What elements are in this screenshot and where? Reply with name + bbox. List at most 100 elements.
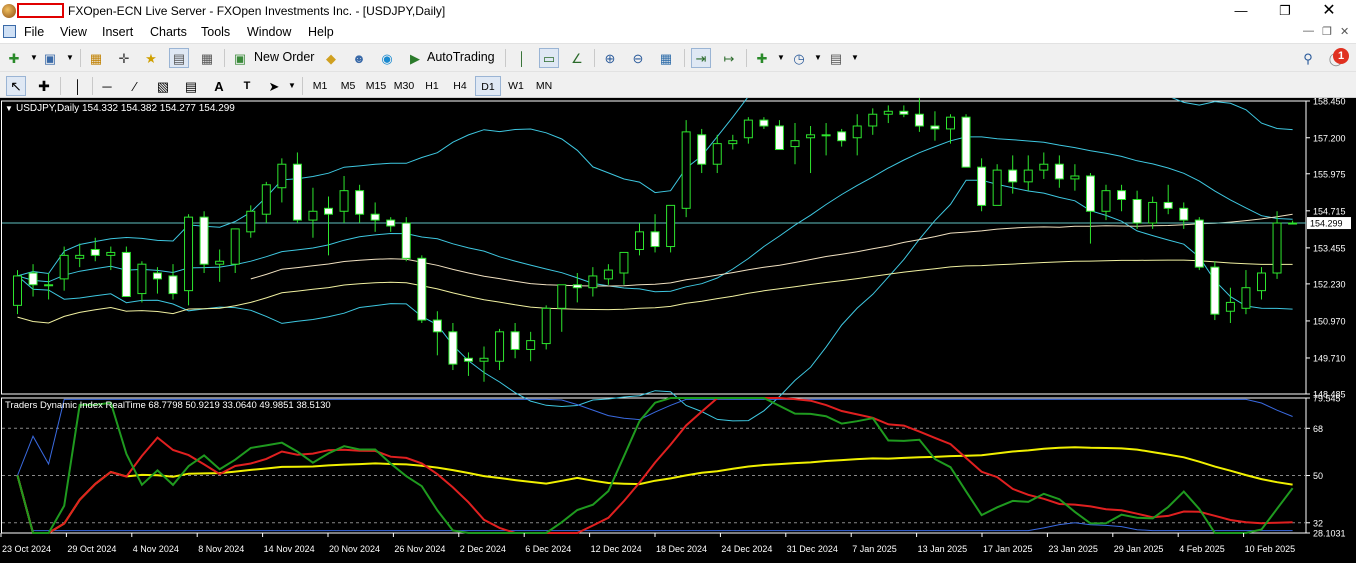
candle-body bbox=[557, 284, 567, 309]
candle-body bbox=[790, 140, 800, 148]
terminal-icon[interactable]: ▤ bbox=[169, 48, 189, 68]
autoscroll-icon[interactable]: ↦ bbox=[719, 48, 739, 68]
cursor-icon[interactable]: ↖ bbox=[6, 76, 26, 96]
timeframe-m1[interactable]: M1 bbox=[307, 76, 333, 96]
close-icon[interactable]: ✕ bbox=[1314, 2, 1344, 20]
timeframe-w1[interactable]: W1 bbox=[503, 76, 529, 96]
indicators-dropdown-icon[interactable]: ▼ bbox=[771, 48, 791, 68]
mdi-close-icon[interactable]: ✕ bbox=[1340, 25, 1349, 38]
price-axis-label: 152.230 bbox=[1313, 279, 1346, 289]
candle-body bbox=[432, 319, 442, 333]
title-bar: FXOpen-ECN Live Server - FXOpen Investme… bbox=[0, 0, 1356, 22]
equidistant-channel-icon[interactable]: ▧ bbox=[153, 76, 173, 96]
time-axis-label: 29 Jan 2025 bbox=[1114, 544, 1164, 554]
trendline-icon[interactable]: ∕ bbox=[125, 76, 145, 96]
profiles-icon[interactable]: ▣ bbox=[40, 48, 60, 68]
candle-body bbox=[184, 216, 194, 292]
mdi-restore-icon[interactable]: ❐ bbox=[1322, 25, 1332, 38]
market-watch-icon[interactable]: ▦ bbox=[86, 48, 106, 68]
new-order-button[interactable]: New Order bbox=[254, 50, 314, 64]
templates-dropdown-icon[interactable]: ▼ bbox=[845, 48, 865, 68]
navigator-icon[interactable]: ★ bbox=[141, 48, 161, 68]
new-order-icon[interactable]: ▣ bbox=[230, 48, 250, 68]
line-chart-icon[interactable]: ∠ bbox=[567, 48, 587, 68]
periods-dropdown-icon[interactable]: ▼ bbox=[808, 48, 828, 68]
data-window-icon[interactable]: ✛ bbox=[114, 48, 134, 68]
price-axis-label: 150.970 bbox=[1313, 316, 1346, 326]
notification-badge[interactable]: 1 bbox=[1333, 48, 1349, 64]
time-axis-label: 14 Nov 2024 bbox=[264, 544, 315, 554]
metaeditor-icon[interactable]: ◆ bbox=[321, 48, 341, 68]
candle-body bbox=[759, 119, 769, 127]
menu-tools[interactable]: Tools bbox=[201, 25, 230, 39]
indicator-axis-label: 68 bbox=[1313, 424, 1323, 434]
autotrading-button[interactable]: AutoTrading bbox=[427, 50, 495, 64]
candle-body bbox=[728, 140, 738, 145]
horizontal-line-icon[interactable]: ─ bbox=[97, 76, 117, 96]
timeframe-m5[interactable]: M5 bbox=[335, 76, 361, 96]
time-axis-label: 12 Dec 2024 bbox=[591, 544, 642, 554]
time-axis-label: 8 Nov 2024 bbox=[198, 544, 244, 554]
timeframe-m30[interactable]: M30 bbox=[391, 76, 417, 96]
timeframe-m15[interactable]: M15 bbox=[363, 76, 389, 96]
candle-body bbox=[635, 231, 644, 250]
templates-icon[interactable]: ▤ bbox=[826, 48, 846, 68]
chart-shift-icon[interactable]: ⇥ bbox=[691, 48, 711, 68]
candle-body bbox=[1148, 201, 1158, 224]
candle-body bbox=[1070, 175, 1080, 180]
mdi-minimize-icon[interactable]: — bbox=[1303, 25, 1314, 37]
text-icon[interactable]: A bbox=[209, 76, 229, 96]
candle-body bbox=[1008, 169, 1018, 183]
chart-window-icon[interactable] bbox=[3, 25, 16, 38]
signals-icon[interactable]: ◉ bbox=[377, 48, 397, 68]
time-axis-label: 26 Nov 2024 bbox=[394, 544, 445, 554]
shapes-icon[interactable]: ➤ bbox=[264, 76, 284, 96]
timeframe-h4[interactable]: H4 bbox=[447, 76, 473, 96]
menu-charts[interactable]: Charts bbox=[150, 25, 187, 39]
autotrading-icon[interactable]: ▶ bbox=[405, 48, 425, 68]
indicator-axis-label: 32 bbox=[1313, 518, 1323, 528]
candle-body bbox=[1257, 272, 1266, 292]
profiles-dropdown-icon[interactable]: ▼ bbox=[60, 48, 80, 68]
text-label-icon[interactable]: T bbox=[237, 76, 257, 96]
vertical-line-icon[interactable]: │ bbox=[68, 76, 88, 96]
candlestick-chart-icon[interactable]: ▭ bbox=[539, 48, 559, 68]
zoom-in-icon[interactable]: ⊕ bbox=[600, 48, 620, 68]
fibonacci-retracement-icon[interactable]: ▤ bbox=[181, 76, 201, 96]
time-axis-label: 7 Jan 2025 bbox=[852, 544, 897, 554]
candle-body bbox=[199, 216, 209, 265]
time-axis-label: 20 Nov 2024 bbox=[329, 544, 380, 554]
candle-body bbox=[930, 125, 940, 130]
shapes-dropdown-icon[interactable]: ▼ bbox=[282, 76, 302, 96]
timeframe-mn[interactable]: MN bbox=[531, 76, 557, 96]
new-chart-icon[interactable]: ✚ bbox=[4, 48, 24, 68]
candle-body bbox=[1117, 190, 1127, 200]
menu-help[interactable]: Help bbox=[308, 25, 334, 39]
crosshair-icon[interactable]: ✚ bbox=[34, 76, 54, 96]
menu-insert[interactable]: Insert bbox=[102, 25, 133, 39]
menu-view[interactable]: View bbox=[60, 25, 87, 39]
search-icon[interactable]: ⚲ bbox=[1298, 48, 1318, 68]
periods-icon[interactable]: ◷ bbox=[789, 48, 809, 68]
candle-body bbox=[308, 210, 318, 221]
timeframe-d1[interactable]: D1 bbox=[475, 76, 501, 96]
candle-body bbox=[246, 210, 256, 233]
tile-windows-icon[interactable]: ▦ bbox=[656, 48, 676, 68]
candle-body bbox=[992, 169, 1002, 206]
candle-body bbox=[977, 166, 987, 206]
chart-window[interactable]: 158.450 157.200 155.975 154.715 153.455 152.2… bbox=[0, 98, 1356, 563]
menu-file[interactable]: File bbox=[24, 25, 44, 39]
time-axis-label: 29 Oct 2024 bbox=[67, 544, 116, 554]
restore-icon[interactable]: ❐ bbox=[1270, 2, 1300, 20]
timeframe-h1[interactable]: H1 bbox=[419, 76, 445, 96]
minimize-icon[interactable]: — bbox=[1226, 2, 1256, 20]
candle-body bbox=[883, 110, 893, 115]
community-icon[interactable]: ☻ bbox=[349, 48, 369, 68]
strategy-tester-icon[interactable]: ▦ bbox=[197, 48, 217, 68]
candle-body bbox=[152, 272, 162, 280]
zoom-out-icon[interactable]: ⊖ bbox=[628, 48, 648, 68]
chart-canvas[interactable]: 158.450 157.200 155.975 154.715 153.455 152.2… bbox=[0, 98, 1356, 563]
bar-chart-icon[interactable]: │ bbox=[512, 48, 532, 68]
menu-window[interactable]: Window bbox=[247, 25, 291, 39]
indicators-icon[interactable]: ✚ bbox=[752, 48, 772, 68]
